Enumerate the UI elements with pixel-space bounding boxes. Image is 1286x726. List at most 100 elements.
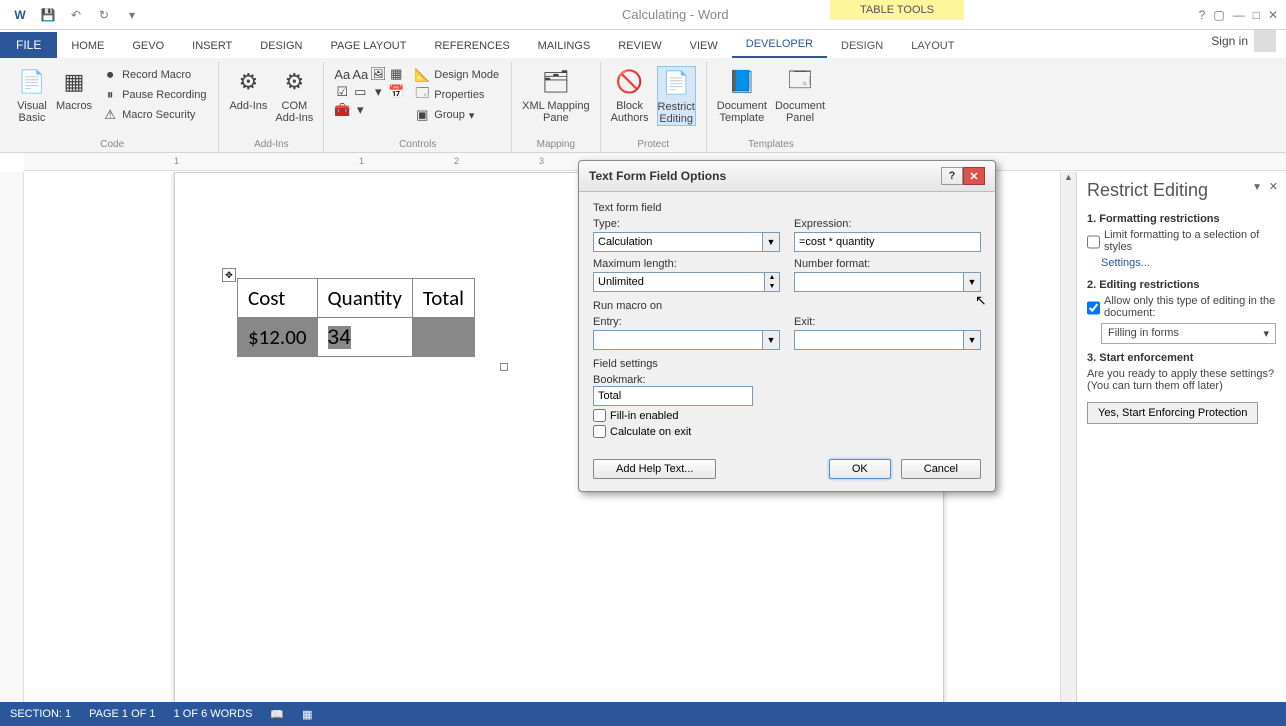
settings-link[interactable]: Settings... [1101, 257, 1276, 269]
limit-formatting-checkbox[interactable] [1087, 231, 1100, 253]
save-icon[interactable]: 💾 [36, 3, 60, 27]
scroll-up-icon[interactable]: ▲ [1061, 172, 1076, 188]
dropdown-control-icon[interactable]: ▾ [370, 84, 386, 100]
table-resize-handle[interactable] [500, 363, 508, 371]
spin-down-icon[interactable]: ▼ [765, 282, 779, 291]
editing-type-select[interactable]: Filling in forms▾ [1101, 323, 1276, 344]
block-control-icon[interactable]: ▦ [388, 66, 404, 82]
tab-file[interactable]: FILE [0, 32, 57, 58]
tab-gevo[interactable]: Gevo [118, 34, 178, 58]
dialog-title: Text Form Field Options [589, 169, 726, 183]
document-table[interactable]: Cost Quantity Total $12.00 34 [237, 278, 475, 357]
record-macro-button[interactable]: ⏺Record Macro [100, 66, 208, 84]
document-panel-button[interactable]: 🗔Document Panel [775, 66, 825, 124]
group-button[interactable]: ▣Group ▾ [412, 106, 501, 124]
tab-view[interactable]: VIEW [676, 34, 732, 58]
cell-quantity[interactable]: 34 [317, 318, 412, 357]
status-page[interactable]: PAGE 1 OF 1 [89, 708, 155, 720]
bookmark-input[interactable] [593, 386, 753, 406]
ok-button[interactable]: OK [829, 459, 891, 479]
numberformat-input[interactable] [794, 272, 963, 292]
tab-table-design[interactable]: DESIGN [827, 34, 897, 58]
picture-control-icon[interactable]: 🖼 [370, 66, 386, 82]
com-addins-button[interactable]: ⚙COM Add-Ins [275, 66, 313, 124]
status-words[interactable]: 1 OF 6 WORDS [174, 708, 253, 720]
restrict-editing-button[interactable]: 📄Restrict Editing [657, 66, 696, 126]
status-section[interactable]: SECTION: 1 [10, 708, 71, 720]
chevron-down-icon[interactable]: ▼ [963, 272, 981, 292]
header-cost[interactable]: Cost [238, 279, 318, 318]
dialog-close-icon[interactable]: ✕ [963, 167, 985, 185]
macro-security-button[interactable]: ⚠Macro Security [100, 106, 208, 124]
cancel-button[interactable]: Cancel [901, 459, 981, 479]
entry-combo[interactable]: ▼ [593, 330, 780, 350]
maximize-icon[interactable]: □ [1253, 8, 1260, 22]
exit-combo[interactable]: ▼ [794, 330, 981, 350]
macro-status-icon[interactable]: ▦ [302, 708, 312, 721]
word-icon[interactable]: W [8, 3, 32, 27]
sign-in[interactable]: Sign in [1201, 24, 1286, 58]
combo-control-icon[interactable]: ▭ [352, 84, 368, 100]
undo-icon[interactable]: ↶ [64, 3, 88, 27]
visual-basic-button[interactable]: 📄 Visual Basic [16, 66, 48, 124]
tab-home[interactable]: HOME [57, 34, 118, 58]
fillin-checkbox[interactable] [593, 409, 606, 422]
tab-review[interactable]: REVIEW [604, 34, 675, 58]
pause-recording-button[interactable]: ⏸Pause Recording [100, 86, 208, 104]
checkbox-control-icon[interactable]: ☑ [334, 84, 350, 100]
spin-up-icon[interactable]: ▲ [765, 273, 779, 282]
tab-insert[interactable]: INSERT [178, 34, 246, 58]
exit-input[interactable] [794, 330, 963, 350]
legacy-tools-icon[interactable]: 🧰 [334, 102, 350, 118]
cell-total[interactable] [412, 318, 474, 357]
header-quantity[interactable]: Quantity [317, 279, 412, 318]
ribbon-options-icon[interactable]: ▢ [1213, 8, 1224, 22]
cell-cost[interactable]: $12.00 [238, 318, 318, 357]
chevron-down-icon[interactable]: ▼ [963, 330, 981, 350]
close-icon[interactable]: ✕ [1268, 8, 1278, 22]
qat-customize-icon[interactable]: ▾ [120, 3, 144, 27]
block-authors-button[interactable]: 🚫Block Authors [611, 66, 649, 124]
tab-design[interactable]: DESIGN [246, 34, 316, 58]
chevron-down-icon[interactable]: ▼ [762, 330, 780, 350]
numberformat-combo[interactable]: ▼ [794, 272, 981, 292]
expression-input[interactable] [794, 232, 981, 252]
properties-button[interactable]: 🗔Properties [412, 86, 501, 104]
richtext-control-icon[interactable]: Aa [334, 66, 350, 82]
type-input[interactable] [593, 232, 762, 252]
entry-input[interactable] [593, 330, 762, 350]
addins-button[interactable]: ⚙Add-Ins [229, 66, 267, 112]
add-help-text-button[interactable]: Add Help Text... [593, 459, 716, 479]
tab-mailings[interactable]: MAILINGS [524, 34, 605, 58]
pane-close-icon[interactable]: ✕ [1269, 180, 1278, 193]
document-template-button[interactable]: 📘Document Template [717, 66, 767, 124]
redo-icon[interactable]: ↻ [92, 3, 116, 27]
allow-editing-checkbox[interactable] [1087, 297, 1100, 319]
dialog-help-icon[interactable]: ? [941, 167, 963, 185]
macros-button[interactable]: ▦ Macros [56, 66, 92, 112]
ruler-vertical[interactable] [0, 172, 24, 702]
dialog-titlebar[interactable]: Text Form Field Options ? ✕ [579, 161, 995, 192]
maxlength-spinner[interactable]: ▲▼ [593, 272, 780, 292]
spellcheck-icon[interactable]: 📖 [270, 708, 284, 721]
table-move-handle[interactable]: ✥ [222, 268, 236, 282]
type-combo[interactable]: ▼ [593, 232, 780, 252]
plaintext-control-icon[interactable]: Aa [352, 66, 368, 82]
legacy-dropdown-icon[interactable]: ▾ [352, 102, 368, 118]
vertical-scrollbar[interactable]: ▲ [1060, 172, 1076, 702]
tab-table-layout[interactable]: LAYOUT [897, 34, 968, 58]
date-control-icon[interactable]: 📅 [388, 84, 404, 100]
minimize-icon[interactable]: — [1233, 8, 1245, 22]
help-icon[interactable]: ? [1199, 8, 1206, 22]
start-enforcing-button[interactable]: Yes, Start Enforcing Protection [1087, 402, 1258, 424]
tab-references[interactable]: REFERENCES [420, 34, 523, 58]
xml-mapping-button[interactable]: 🗂XML Mapping Pane [522, 66, 589, 124]
chevron-down-icon[interactable]: ▼ [762, 232, 780, 252]
design-mode-button[interactable]: 📐Design Mode [412, 66, 501, 84]
header-total[interactable]: Total [412, 279, 474, 318]
tab-page-layout[interactable]: PAGE LAYOUT [316, 34, 420, 58]
tab-developer[interactable]: DEVELOPER [732, 32, 827, 58]
pane-options-icon[interactable]: ▼ [1252, 182, 1262, 193]
calc-on-exit-checkbox[interactable] [593, 425, 606, 438]
maxlength-input[interactable] [593, 272, 764, 292]
